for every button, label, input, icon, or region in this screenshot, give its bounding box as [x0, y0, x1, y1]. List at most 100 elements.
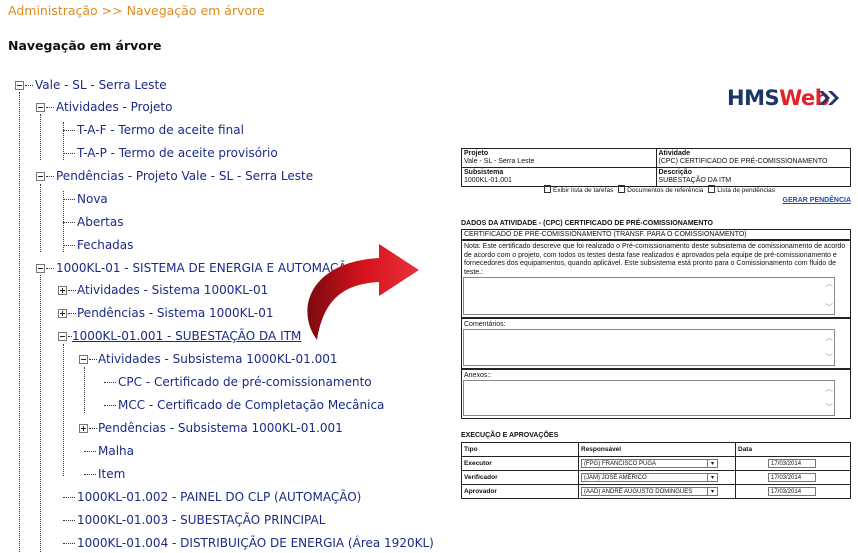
scroll-down-icon[interactable]: ﹀: [825, 352, 833, 363]
atividade-label: Atividade: [658, 150, 691, 157]
scroll-up-icon[interactable]: ︿: [825, 383, 833, 394]
tree-line: [46, 176, 54, 177]
scroll-up-icon[interactable]: ︿: [825, 332, 833, 343]
responsavel-value: (AAD) ANDRÉ AUGUSTO DOMINGUES: [584, 489, 693, 495]
anexos-box: Anexos:: ︿ ﹀: [461, 369, 851, 419]
breadcrumb[interactable]: Administração >> Navegação em árvore: [8, 3, 265, 18]
table-row: Executor (FPG) FRANCISCO PUGA ▾ 17/03/201…: [461, 456, 851, 471]
tree-line: [40, 275, 41, 552]
hmsweb-logo: HMSWeb: [727, 86, 839, 110]
collapse-toggle-icon[interactable]: [36, 103, 45, 112]
tree-line: [63, 543, 75, 544]
subsistema-label: Subsistema: [464, 169, 504, 176]
tree-line: [63, 344, 64, 476]
chevron-down-icon[interactable]: ▾: [707, 474, 717, 481]
tree-line: [68, 290, 76, 291]
tree-node-cpc[interactable]: CPC - Certificado de pré-comissionamento: [118, 375, 372, 389]
nota-textarea[interactable]: ︿ ﹀: [463, 277, 835, 315]
responsavel-value: (FPG) FRANCISCO PUGA: [584, 461, 657, 467]
collapse-toggle-icon[interactable]: [58, 332, 67, 341]
tree-line: [68, 313, 76, 314]
link-lista-pendencias[interactable]: Lista de pendências: [717, 187, 775, 194]
comentarios-textarea[interactable]: ︿ ﹀: [463, 329, 835, 366]
data-cell: 17/03/2014: [735, 456, 851, 471]
tree-node-pendencias-projeto[interactable]: Pendências - Projeto Vale - SL - Serra L…: [56, 169, 313, 183]
tree-line: [63, 153, 75, 154]
date-input[interactable]: 17/03/2014: [768, 473, 816, 482]
responsavel-select[interactable]: (JAM) JOSÉ AMÉRICO ▾: [581, 473, 718, 482]
chevron-down-icon[interactable]: ▾: [707, 460, 717, 467]
document-icon: [544, 185, 551, 193]
nota-text: Nota: Este certificado descreve que foi …: [464, 243, 846, 276]
tree-node-root[interactable]: Vale - SL - Serra Leste: [35, 78, 167, 92]
tree-line: [104, 382, 116, 383]
anexos-label: Anexos::: [464, 372, 492, 379]
page-title: Navegação em árvore: [8, 38, 162, 53]
tipo-cell: Aprovador: [461, 484, 579, 499]
cert-line-box: CERTIFICADO DE PRÉ-COMISSIONAMENTO (TRAN…: [461, 229, 851, 240]
projeto-value: Vale - SL - Serra Leste: [464, 158, 535, 165]
tree-node-tap[interactable]: T-A-P - Termo de aceite provisório: [77, 146, 278, 160]
atividade-value: (CPC) CERTIFICADO DE PRÉ-COMISSIONAMENTO: [658, 158, 828, 165]
tipo-cell: Executor: [461, 456, 579, 471]
link-documentos-referencia[interactable]: Documentos de referência: [627, 187, 703, 194]
date-input[interactable]: 17/03/2014: [768, 487, 816, 496]
tree-line: [84, 367, 85, 413]
tree-node-fechadas[interactable]: Fechadas: [77, 238, 133, 252]
tree-node-abertas[interactable]: Abertas: [77, 215, 123, 229]
tree-line: [63, 122, 64, 160]
link-lista-tarefas[interactable]: Exibir lista de tarefas: [553, 187, 613, 194]
tree-line: [63, 245, 75, 246]
tree-node-subsistema[interactable]: 1000KL-01.001 - SUBESTAÇÃO DA ITM: [72, 329, 301, 343]
tree-node-atividades-projeto[interactable]: Atividades - Projeto: [56, 100, 172, 114]
data-cell: 17/03/2014: [735, 470, 851, 485]
tree-node-nova[interactable]: Nova: [77, 192, 108, 206]
tree-node-sub-002[interactable]: 1000KL-01.002 - PAINEL DO CLP (AUTOMAÇÃO…: [77, 490, 361, 504]
projeto-label: Projeto: [464, 150, 489, 157]
tree-line: [84, 451, 96, 452]
date-input[interactable]: 17/03/2014: [768, 459, 816, 468]
gerar-pendencia-link[interactable]: GERAR PENDÊNCIA: [783, 197, 851, 204]
scroll-up-icon[interactable]: ︿: [825, 279, 833, 289]
chevrons-icon: [819, 91, 839, 105]
tree-line: [40, 184, 41, 252]
tree-line: [84, 474, 96, 475]
tree-node-mcc[interactable]: MCC - Certificado de Completação Mecânic…: [118, 398, 384, 412]
tree-node-pendencias-sistema[interactable]: Pendências - Sistema 1000KL-01: [77, 306, 274, 320]
document-header-table: Projeto Vale - SL - Serra Leste Atividade…: [461, 148, 851, 187]
chevron-down-icon[interactable]: ▾: [707, 488, 717, 495]
tree-node-pendencias-subsistema[interactable]: Pendências - Subsistema 1000KL-01.001: [98, 421, 343, 435]
tree-node-item[interactable]: Item: [98, 467, 125, 481]
tree-line: [104, 405, 116, 406]
collapse-toggle-icon[interactable]: [36, 172, 45, 181]
cert-line-text: CERTIFICADO DE PRÉ-COMISSIONAMENTO (TRAN…: [464, 231, 747, 238]
col-tipo: Tipo: [461, 442, 579, 457]
tree-node-sub-004[interactable]: 1000KL-01.004 - DISTRIBUIÇÃO DE ENERGIA …: [77, 536, 434, 550]
logo-text-hms: HMS: [727, 86, 780, 110]
descricao-cell: Descrição SUBESTAÇÃO DA ITM: [655, 167, 851, 187]
collapse-toggle-icon[interactable]: [36, 264, 45, 273]
comentarios-box: Comentários: ︿ ﹀: [461, 318, 851, 369]
tree-line: [89, 359, 97, 360]
tree-node-atividades-subsistema[interactable]: Atividades - Subsistema 1000KL-01.001: [98, 352, 337, 366]
tree-node-sub-003[interactable]: 1000KL-01.003 - SUBESTAÇÃO PRINCIPAL: [77, 513, 325, 527]
expand-toggle-icon[interactable]: [58, 309, 67, 318]
scroll-down-icon[interactable]: ﹀: [825, 402, 833, 413]
tree-line: [46, 268, 54, 269]
col-data: Data: [735, 442, 851, 457]
tree-node-atividades-sistema[interactable]: Atividades - Sistema 1000KL-01: [77, 283, 268, 297]
scroll-down-icon[interactable]: ﹀: [825, 303, 833, 313]
responsavel-value: (JAM) JOSÉ AMÉRICO: [584, 475, 647, 481]
responsavel-select[interactable]: (FPG) FRANCISCO PUGA ▾: [581, 459, 718, 468]
expand-toggle-icon[interactable]: [79, 424, 88, 433]
tree-node-taf[interactable]: T-A-F - Termo de aceite final: [77, 123, 244, 137]
responsavel-cell: (AAD) ANDRÉ AUGUSTO DOMINGUES ▾: [578, 484, 736, 499]
tree-node-malha[interactable]: Malha: [98, 444, 134, 458]
expand-toggle-icon[interactable]: [58, 286, 67, 295]
collapse-toggle-icon[interactable]: [79, 355, 88, 364]
collapse-toggle-icon[interactable]: [15, 81, 24, 90]
responsavel-select[interactable]: (AAD) ANDRÉ AUGUSTO DOMINGUES ▾: [581, 487, 718, 496]
document-icon: [618, 185, 626, 193]
table-header-row: Tipo Responsável Data: [461, 442, 851, 457]
anexos-textarea[interactable]: ︿ ﹀: [463, 380, 835, 416]
